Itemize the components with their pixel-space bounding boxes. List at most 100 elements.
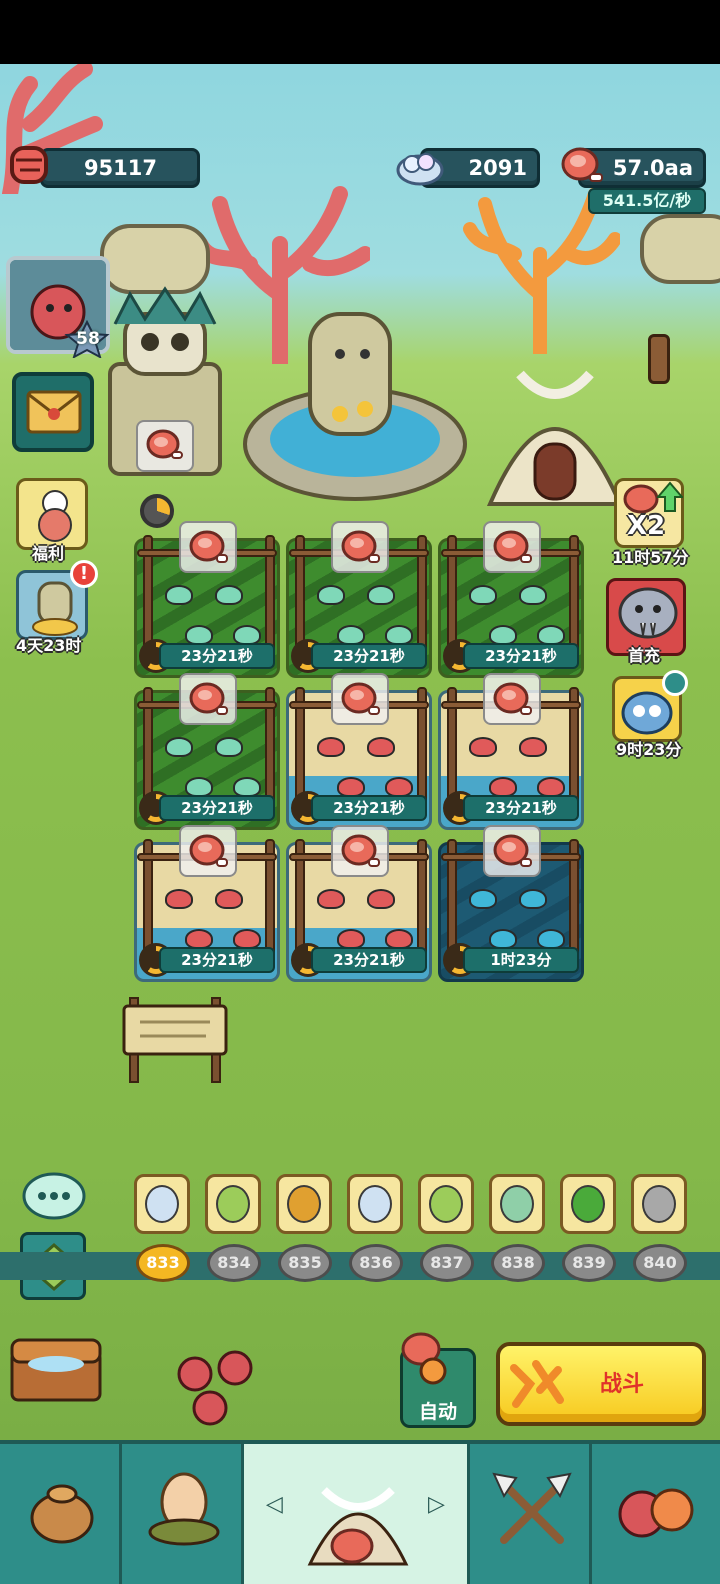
spotted-egg-icon[interactable]: [489, 1174, 545, 1234]
welfare-label: 福利: [32, 544, 65, 563]
next-arrow-icon[interactable]: ▷: [428, 1492, 445, 1517]
turtle-creature: [185, 777, 213, 797]
green-coin-icon[interactable]: [560, 1174, 616, 1234]
turtle-creature: [367, 585, 395, 605]
stage-838[interactable]: 838: [491, 1244, 545, 1282]
x2-label: X2: [627, 511, 666, 541]
x2-timer: 11时57分: [612, 548, 689, 567]
meat-ready-bubble[interactable]: [483, 673, 541, 725]
gem-pile-icon: [396, 153, 444, 186]
pen-timer: 23分21秒: [311, 795, 427, 821]
nav-bag[interactable]: [0, 1444, 122, 1584]
meat-ready-bubble[interactable]: [331, 673, 389, 725]
gem-pile-icon[interactable]: [347, 1174, 403, 1234]
stage-reward-shape: [571, 1185, 605, 1223]
power-bar: 95117: [40, 148, 200, 188]
turtle-creature: [233, 625, 261, 645]
status-bar: [0, 0, 720, 64]
shrine-progress-ring: [140, 494, 174, 528]
power-value: 95117: [83, 156, 157, 180]
meat-ready-bubble[interactable]: [483, 521, 541, 573]
clock-badge-icon: [662, 670, 688, 696]
pen-timer: 23分21秒: [311, 947, 427, 973]
meat-icon: [341, 834, 380, 867]
nav-eggs[interactable]: [122, 1444, 244, 1584]
pen-timer: 23分21秒: [159, 643, 275, 669]
stage-835[interactable]: 835: [278, 1244, 332, 1282]
stage-839[interactable]: 839: [562, 1244, 616, 1282]
pen-timer: 23分21秒: [463, 643, 579, 669]
tribe-members-icon: [618, 1488, 694, 1538]
crab-creature: [385, 929, 413, 949]
statue-event-icon: [32, 581, 78, 636]
meat-ready-bubble[interactable]: [483, 825, 541, 877]
pet-timer: 9时23分: [616, 740, 682, 759]
stage-833[interactable]: 833: [136, 1244, 190, 1282]
pen-6[interactable]: 23分21秒: [438, 673, 584, 830]
meat-icon: [341, 682, 380, 715]
turtle-creature: [165, 737, 193, 757]
turtle-creature: [215, 585, 243, 605]
pen-timer: 23分21秒: [159, 947, 275, 973]
stage-836[interactable]: 836: [349, 1244, 403, 1282]
sabertooth-icon: [618, 587, 678, 639]
nav-battle[interactable]: [470, 1444, 592, 1584]
turtle-creature: [185, 625, 213, 645]
pen-timer: 23分21秒: [311, 643, 427, 669]
meat-ready-bubble[interactable]: [179, 825, 237, 877]
pen-timer: 23分21秒: [463, 795, 579, 821]
fight-button[interactable]: 战斗: [496, 1342, 706, 1426]
stage-834[interactable]: 834: [207, 1244, 261, 1282]
meat-ready-bubble[interactable]: [331, 521, 389, 573]
nav-tribe[interactable]: [592, 1444, 720, 1584]
fish-creature: [537, 929, 565, 949]
crab-creature: [385, 777, 413, 797]
turtle-creature: [469, 585, 497, 605]
mail-button[interactable]: [12, 372, 94, 452]
pen-9[interactable]: 1时23分: [438, 825, 584, 982]
wooden-post-right: [648, 334, 670, 384]
turtle-creature: [385, 625, 413, 645]
chat-bubble-icon: [22, 1172, 86, 1220]
green-egg-icon[interactable]: [418, 1174, 474, 1234]
camp-icon: [307, 1487, 409, 1566]
meat-ready-bubble[interactable]: [179, 673, 237, 725]
event-timer: 4天23时: [16, 636, 82, 655]
auto-button[interactable]: 自动: [400, 1332, 476, 1428]
meat-ready-bubble[interactable]: [331, 825, 389, 877]
turtle-creature: [317, 585, 345, 605]
chat-button[interactable]: [20, 1172, 86, 1226]
meat-icon: [189, 834, 228, 867]
gem-pile-icon[interactable]: [134, 1174, 190, 1234]
stage-reward-shape: [358, 1185, 392, 1223]
x2-boost-button[interactable]: X2: [614, 478, 684, 548]
pen-3[interactable]: 23分21秒: [438, 521, 584, 678]
green-egg-icon[interactable]: [205, 1174, 261, 1234]
fire-coin-icon[interactable]: [276, 1174, 332, 1234]
meat-ready-bubble[interactable]: [179, 521, 237, 573]
pen-4[interactable]: 23分21秒: [134, 673, 280, 830]
meat-icon: [146, 429, 183, 459]
crab-creature: [519, 737, 547, 757]
stage-837[interactable]: 837: [420, 1244, 474, 1282]
pen-5[interactable]: 23分21秒: [286, 673, 432, 830]
pen-7[interactable]: 23分21秒: [134, 825, 280, 982]
meat-icon: [493, 682, 532, 715]
mystery-icon[interactable]: [631, 1174, 687, 1234]
crab-creature: [185, 929, 213, 949]
stage-840[interactable]: 840: [633, 1244, 687, 1282]
caveman-meat-icon: [401, 1332, 447, 1385]
pen-2[interactable]: 23分21秒: [286, 521, 432, 678]
treasure-chest-icon[interactable]: [8, 1332, 104, 1404]
player-level: 58: [76, 329, 100, 349]
pen-8[interactable]: 23分21秒: [286, 825, 432, 982]
prev-arrow-icon[interactable]: ◁: [266, 1492, 283, 1517]
meat-icon: [189, 682, 228, 715]
egg-nest-icon: [148, 1472, 220, 1546]
nav-camp[interactable]: ◁ ▷: [244, 1444, 470, 1584]
gems-value: 2091: [468, 156, 527, 180]
stage-reward-shape: [287, 1185, 321, 1223]
crab-creature: [337, 929, 365, 949]
first-charge-label: 首充: [628, 646, 661, 665]
pen-1[interactable]: 23分21秒: [134, 521, 280, 678]
